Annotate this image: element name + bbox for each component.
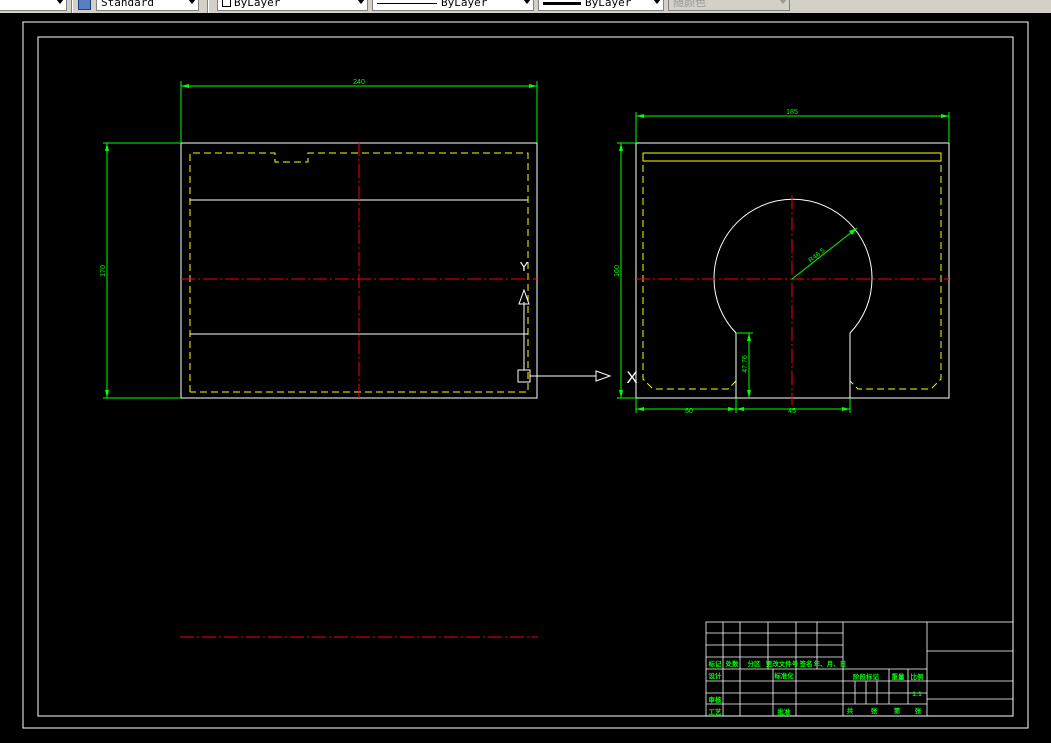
color-combo[interactable]: ByLayer [217,0,368,11]
tb-label-page: 第 [894,706,901,715]
chevron-down-icon [56,0,64,4]
side-height-dim-text: 160 [614,265,621,277]
lineweight-combo[interactable]: ByLayer [538,0,664,11]
tb-label-weight: 重量 [892,672,906,681]
text-style-icon[interactable] [78,0,91,10]
tb-header: 年、月、日 [814,659,847,668]
lineweight-preview-icon [543,1,581,5]
front-width-dim-text: 240 [353,79,365,86]
tb-header: 更改文件号 [766,659,799,668]
slot-depth-dim-text: 47.76 [742,355,749,373]
color-swatch-icon [222,0,231,7]
tb-label-total: 共 [847,706,854,715]
drawing-canvas[interactable]: 240 170 185 160 R46.5 47.76 60 45 Y X 标记… [0,13,1051,743]
ucs-y-label: Y [520,259,529,274]
tb-header: 签名 [799,659,813,668]
tb-label-review: 审核 [709,695,723,704]
tb-label-process: 工艺 [709,707,723,716]
tb-header: 分区 [748,659,762,668]
text-style-combo[interactable]: Standard [96,0,199,11]
lineweight-value: ByLayer [585,0,632,9]
tb-label-sheet: 张 [915,706,922,715]
ucs-x-label: X [626,368,637,387]
tb-header: 处数 [725,659,740,668]
plot-style-combo[interactable]: 随颜色 [668,0,790,11]
canvas-background [0,13,1051,743]
chevron-down-icon [188,0,196,4]
side-width-dim-text: 185 [786,109,798,116]
tb-label-scale: 比例 [911,672,925,681]
linetype-combo[interactable]: ByLayer [372,0,534,11]
properties-toolbar: Standard ByLayer ByLayer ByLayer 随颜色 [0,0,1051,14]
chevron-down-icon [653,0,661,4]
slot-width-dim-text: 45 [788,408,796,415]
chevron-down-icon [779,0,787,4]
plot-style-value: 随颜色 [673,0,706,9]
tb-label-design: 设计 [709,671,723,680]
linetype-value: ByLayer [441,0,488,9]
toolbar-separator [71,0,73,13]
toolbar-separator [207,0,209,13]
front-height-dim-text: 170 [100,265,107,277]
tb-header: 标记 [708,659,723,668]
left-offset-dim-text: 60 [685,408,693,415]
chevron-down-icon [523,0,531,4]
tb-label-sheets: 张 [871,706,878,715]
color-value: ByLayer [234,0,281,9]
linetype-preview-icon [377,2,437,4]
text-style-value: Standard [101,0,154,9]
chevron-down-icon [357,0,365,4]
tb-label-stage-mark: 阶段标记 [853,672,880,681]
layer-combo[interactable] [0,0,67,11]
tb-label-approve: 批准 [778,707,792,716]
tb-label-standardize: 标准化 [773,671,794,680]
tb-scale-value: 1:1 [912,691,922,698]
